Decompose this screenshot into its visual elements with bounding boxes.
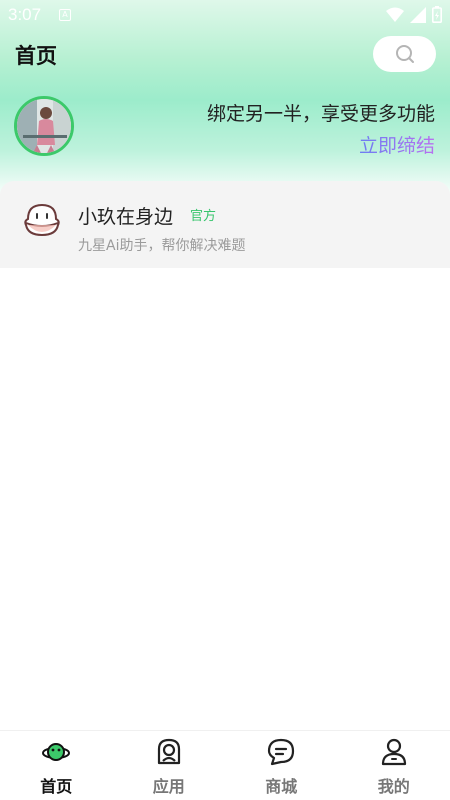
tab-apps[interactable]: 应用: [113, 731, 226, 800]
search-icon: [395, 45, 414, 63]
assistant-avatar-icon: [24, 203, 60, 237]
home-planet-icon: [42, 743, 71, 761]
wifi-icon: [386, 7, 404, 22]
apps-icon: [157, 738, 180, 765]
profile-icon: [381, 738, 406, 766]
shop-chat-icon: [268, 738, 295, 766]
tab-profile-label: 我的: [377, 777, 410, 796]
avatar-image: [17, 99, 71, 153]
tab-shop[interactable]: 商城: [225, 731, 338, 800]
signal-icon: [410, 6, 426, 23]
tab-shop-label: 商城: [265, 777, 298, 796]
status-bar: 3:07 A: [0, 0, 450, 30]
assistant-name: 小玖在身边: [78, 206, 174, 228]
tab-profile[interactable]: 我的: [338, 731, 450, 800]
search-button[interactable]: [373, 36, 436, 72]
tab-home-label: 首页: [40, 777, 73, 796]
assistant-card[interactable]: 小玖在身边 官方 九星Ai助手，帮你解决难题: [0, 181, 450, 268]
official-badge: 官方: [190, 209, 217, 224]
bind-partner-text: 绑定另一半，享受更多功能: [206, 103, 435, 125]
page-title: 首页: [15, 44, 57, 68]
bind-now-link[interactable]: 立即缔结: [359, 131, 435, 158]
status-time: 3:07: [8, 5, 42, 24]
tab-home[interactable]: 首页: [0, 731, 113, 800]
status-icons: [386, 6, 442, 23]
avatar[interactable]: [14, 96, 74, 156]
notification-icon: A: [59, 9, 71, 21]
battery-icon: [432, 6, 442, 23]
assistant-description: 九星Ai助手，帮你解决难题: [78, 238, 246, 254]
bottom-tab-bar: 首页 应用 商城 我的: [0, 730, 450, 800]
tab-apps-label: 应用: [152, 777, 185, 796]
